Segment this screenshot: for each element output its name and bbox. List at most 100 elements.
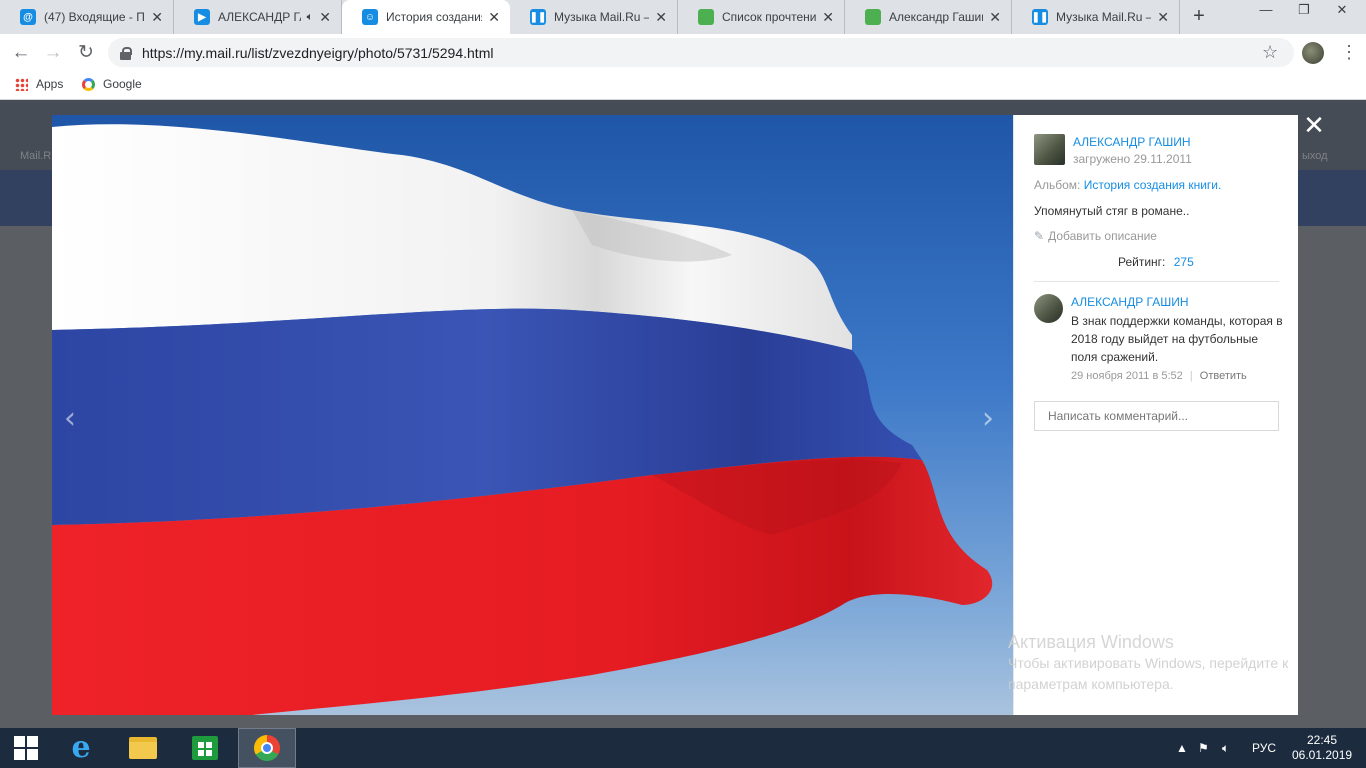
close-tab-icon[interactable]: ✕ [151, 9, 163, 26]
forward-icon[interactable]: → [40, 40, 66, 66]
album-row: Альбом: История создания книги. [1034, 178, 1221, 192]
author-avatar[interactable] [1034, 134, 1065, 165]
browser-toolbar: ← → ↻ https://my.mail.ru/list/zvezdnyeig… [0, 34, 1366, 71]
comment-author[interactable]: АЛЕКСАНДР ГАШИН [1071, 295, 1189, 309]
green-square-icon [698, 9, 714, 25]
green-square-icon [865, 9, 881, 25]
bookmarks-bar: Apps Google [0, 71, 1366, 100]
chrome-icon [254, 735, 280, 761]
new-tab-button[interactable]: + [1188, 6, 1210, 28]
close-tab-icon[interactable]: ✕ [319, 9, 331, 26]
bookmark-label: Apps [36, 77, 64, 91]
reply-link[interactable]: Ответить [1200, 370, 1247, 382]
reload-icon[interactable]: ↻ [73, 40, 99, 66]
flag-icon[interactable]: ⚑ [1198, 728, 1209, 768]
add-description-link[interactable]: ✎ Добавить описание [1034, 229, 1157, 243]
divider [1034, 281, 1279, 282]
watermark-title: Активация Windows [1008, 632, 1174, 652]
close-tab-icon[interactable]: ✕ [989, 9, 1001, 26]
close-tab-icon[interactable]: ✕ [822, 9, 834, 26]
tab-label: АЛЕКСАНДР ГАШИН [218, 10, 301, 24]
close-tab-icon[interactable]: ✕ [1157, 9, 1169, 26]
tab-label: (47) Входящие - Почта Mail.Ru [44, 10, 145, 24]
start-icon [14, 736, 38, 760]
menu-icon[interactable]: ⋮ [1340, 40, 1358, 64]
chrome-button[interactable] [238, 728, 296, 768]
address-bar[interactable]: https://my.mail.ru/list/zvezdnyeigry/pho… [108, 38, 1294, 67]
minimize-icon[interactable]: — [1246, 0, 1286, 22]
clock-time: 22:45 [1306, 733, 1338, 747]
tab-strip: @ (47) Входящие - Почта Mail.Ru ✕ ▶ АЛЕК… [0, 0, 1366, 34]
taskbar: e ▲ ⚑ 🔈︎ РУС 22:45 06.01.2019 [0, 728, 1366, 768]
mail-photo-icon: ☺ [362, 9, 378, 25]
clock[interactable]: 22:45 06.01.2019 [1292, 733, 1352, 763]
comment-date: 29 ноября 2011 в 5:52 [1071, 370, 1183, 382]
add-description-label: Добавить описание [1048, 229, 1157, 243]
lock-icon [120, 46, 132, 60]
start-button[interactable] [0, 728, 52, 768]
russian-flag-image [52, 124, 993, 715]
watermark-line-2: параметрам компьютера. [1008, 676, 1174, 692]
comment-meta: 29 ноября 2011 в 5:52 | Ответить [1071, 370, 1247, 382]
file-explorer-icon [129, 737, 157, 759]
mail-at-icon: @ [20, 9, 36, 25]
close-window-icon[interactable]: ✕ [1322, 0, 1362, 22]
volume-icon[interactable]: 🔈︎ [1222, 728, 1229, 768]
apps-grid-icon [15, 77, 28, 91]
tab-music[interactable]: ❚❚ Музыка Mail.Ru – слушать ✕ [510, 0, 678, 34]
file-explorer-button[interactable] [114, 728, 172, 768]
restore-icon[interactable]: ❐ [1284, 0, 1324, 22]
close-tab-icon[interactable]: ✕ [655, 9, 667, 26]
watermark-line-1: Чтобы активировать Windows, перейдите к [1008, 655, 1289, 671]
photo-sidebar: АЛЕКСАНДР ГАШИН загружено 29.11.2011 Аль… [1013, 115, 1298, 715]
bookmark-star-icon[interactable]: ☆ [1262, 42, 1278, 63]
tab-photo-album[interactable]: ☺ История создания книги ✕ [342, 0, 510, 34]
photo-viewer: ‹ › АЛЕКСАНДР ГАШИН загружено 29.11.2011… [52, 115, 1298, 715]
google-icon [82, 77, 95, 91]
back-icon[interactable]: ← [8, 40, 34, 66]
album-link[interactable]: История создания книги. [1084, 178, 1222, 192]
internet-explorer-button[interactable]: e [52, 728, 110, 768]
show-hidden-icons[interactable]: ▲ [1176, 728, 1188, 768]
music-pause-icon: ❚❚ [1032, 9, 1048, 25]
bookmark-google[interactable]: Google [82, 77, 142, 91]
rating-label: Рейтинг: [1118, 255, 1166, 269]
store-button[interactable] [176, 728, 234, 768]
tab-label: Список прочтений [722, 10, 817, 24]
bookmark-apps[interactable]: Apps [15, 77, 63, 91]
close-viewer-icon[interactable]: ✕ [1302, 113, 1326, 139]
tab-label: Музыка Mail.Ru – слушать [1056, 10, 1151, 24]
tab-reading-list[interactable]: Список прочтений ✕ [678, 0, 845, 34]
comment-text: В знак поддержки команды, которая в 2018… [1071, 314, 1283, 364]
photo: ‹ › [52, 115, 1013, 715]
comment-avatar[interactable] [1034, 294, 1063, 323]
tab-inbox[interactable]: @ (47) Входящие - Почта Mail.Ru ✕ [0, 0, 174, 34]
separator: | [1189, 370, 1193, 382]
rating-row: Рейтинг: 275 [1118, 253, 1194, 271]
author-name[interactable]: АЛЕКСАНДР ГАШИН [1073, 135, 1191, 149]
album-label: Альбом: [1034, 178, 1081, 192]
avatar[interactable] [1302, 42, 1324, 64]
address-text[interactable]: https://my.mail.ru/list/zvezdnyeigry/pho… [142, 45, 493, 61]
upload-date: загружено 29.11.2011 [1073, 152, 1192, 166]
tab-label: Музыка Mail.Ru – слушать [554, 10, 649, 24]
store-icon [192, 736, 218, 760]
next-photo-icon[interactable]: › [982, 401, 994, 436]
clock-date: 06.01.2019 [1292, 748, 1353, 762]
tab-video[interactable]: ▶ АЛЕКСАНДР ГАШИН 🔈︎ ✕ [174, 0, 342, 34]
video-play-icon: ▶ [194, 9, 210, 25]
rating-value[interactable]: 275 [1174, 255, 1194, 269]
music-pause-icon: ❚❚ [530, 9, 546, 25]
language-indicator[interactable]: РУС [1252, 728, 1276, 768]
bookmark-label: Google [103, 77, 142, 91]
tab-music-2[interactable]: ❚❚ Музыка Mail.Ru – слушать ✕ [1012, 0, 1180, 34]
close-tab-icon[interactable]: ✕ [488, 9, 500, 26]
tab-gashin[interactable]: Александр Гашин ✕ [845, 0, 1012, 34]
tab-label: Александр Гашин [889, 10, 984, 24]
previous-photo-icon[interactable]: ‹ [64, 401, 76, 436]
comment-input[interactable]: Написать комментарий... [1034, 401, 1279, 431]
speaker-icon[interactable]: 🔈︎ [307, 11, 314, 24]
tab-label: История создания книги [386, 10, 483, 24]
pencil-icon: ✎ [1034, 229, 1045, 243]
photo-description: Упомянутый стяг в романе.. [1034, 204, 1190, 218]
